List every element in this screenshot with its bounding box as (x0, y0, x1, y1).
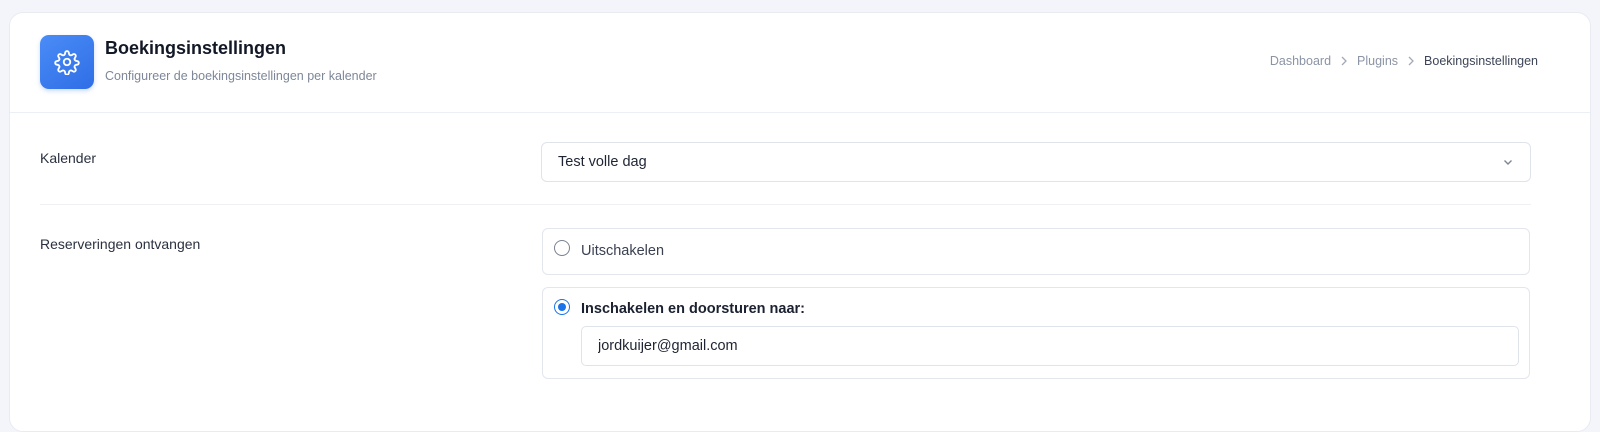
page-header: Boekingsinstellingen Configureer de boek… (10, 13, 1590, 113)
settings-card: Boekingsinstellingen Configureer de boek… (9, 12, 1591, 432)
breadcrumb: Dashboard Plugins Boekingsinstellingen (1270, 54, 1538, 68)
breadcrumb-plugins[interactable]: Plugins (1357, 54, 1398, 68)
calendar-select-value: Test volle dag (558, 154, 647, 170)
chevron-down-icon (1502, 156, 1514, 172)
radio-disable[interactable] (554, 240, 570, 256)
option-disable[interactable]: Uitschakelen (542, 228, 1530, 275)
page-subtitle: Configureer de boekingsinstellingen per … (105, 69, 377, 83)
chevron-right-icon (1340, 56, 1348, 66)
page-title: Boekingsinstellingen (105, 38, 287, 58)
forward-email-input[interactable] (581, 326, 1519, 366)
option-disable-label: Uitschakelen (581, 243, 665, 259)
gear-icon (40, 35, 94, 89)
breadcrumb-dashboard[interactable]: Dashboard (1270, 54, 1331, 68)
radio-enable-forward[interactable] (554, 299, 570, 315)
calendar-select[interactable]: Test volle dag (541, 142, 1531, 182)
breadcrumb-current: Boekingsinstellingen (1424, 54, 1538, 68)
radio-selected-dot (558, 303, 566, 311)
section-divider (40, 204, 1531, 205)
option-enable-forward[interactable]: Inschakelen en doorsturen naar: (542, 287, 1530, 379)
reservations-label: Reserveringen ontvangen (40, 236, 201, 252)
calendar-label: Kalender (40, 150, 97, 166)
chevron-right-icon (1407, 56, 1415, 66)
option-enable-forward-label: Inschakelen en doorsturen naar: (581, 301, 806, 317)
